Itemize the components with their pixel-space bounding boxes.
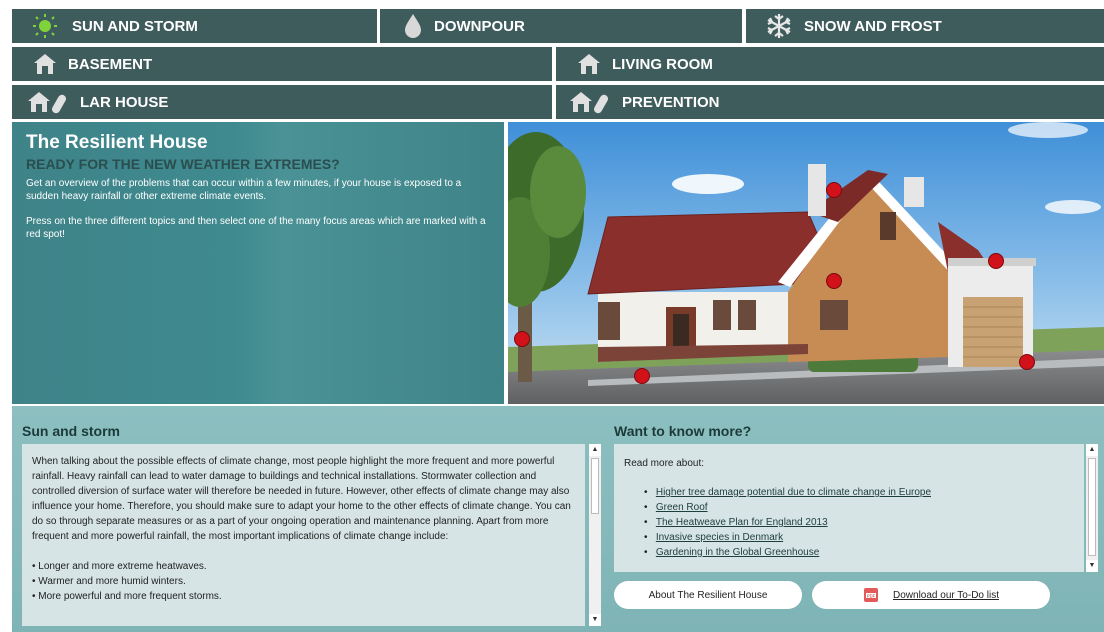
list-item: • Gardening in the Global Greenhouse	[644, 547, 820, 558]
more-title: Want to know more?	[614, 423, 752, 439]
house-icon	[576, 52, 602, 76]
hotspot-garden[interactable]	[634, 368, 650, 384]
link[interactable]: Gardening in the Global Greenhouse	[656, 547, 819, 558]
links-intro: Read more about:	[624, 458, 705, 469]
list-item: • Green Roof	[644, 502, 708, 513]
nav-label: LAR HOUSE	[80, 93, 169, 111]
link[interactable]: Invasive species in Denmark	[656, 532, 783, 543]
scroll-up-icon[interactable]: ▲	[1086, 444, 1098, 456]
nav-label: PREVENTION	[622, 93, 720, 111]
scroll-thumb[interactable]	[1088, 458, 1096, 556]
nav-label: SUN AND STORM	[72, 17, 198, 35]
scroll-thumb[interactable]	[591, 458, 599, 514]
house-and-pill-icon	[568, 90, 612, 114]
download-todo-button[interactable]: PDF Download our To-Do list	[812, 581, 1050, 609]
nav-label: SNOW AND FROST	[804, 17, 942, 35]
nav-living-room[interactable]: LIVING ROOM	[556, 47, 1104, 81]
intro-paragraph: Get an overview of the problems that can…	[26, 178, 462, 202]
hotspot-facade[interactable]	[826, 273, 842, 289]
topic-text-panel[interactable]: When talking about the possible effects …	[22, 444, 585, 626]
house-icon	[32, 52, 58, 76]
topic-body: When talking about the possible effects …	[32, 456, 571, 542]
topic-bullet: • Warmer and more humid winters.	[32, 576, 186, 587]
topic-scrollbar[interactable]: ▲ ▼	[589, 444, 601, 626]
hotspot-annex-roof[interactable]	[988, 253, 1004, 269]
nav-prevention[interactable]: PREVENTION	[556, 85, 1104, 119]
topic-title: Sun and storm	[22, 423, 121, 439]
sun-icon	[28, 13, 62, 39]
pdf-icon: PDF	[863, 587, 879, 603]
links-scrollbar[interactable]: ▲ ▼	[1086, 444, 1098, 572]
links-list: • Higher tree damage potential due to cl…	[624, 485, 1074, 560]
about-button-label: About The Resilient House	[648, 589, 768, 601]
intro-panel: The Resilient House READY FOR THE NEW WE…	[12, 122, 504, 404]
page-subtitle: READY FOR THE NEW WEATHER EXTREMES?	[26, 156, 340, 172]
topic-bullet: • Longer and more extreme heatwaves.	[32, 561, 207, 572]
topic-bullet: • More powerful and more frequent storms…	[32, 591, 222, 602]
page: SUN AND STORM DOWNPOUR SNOW AND FROST BA…	[0, 0, 1104, 632]
nav-snow-and-frost[interactable]: SNOW AND FROST	[746, 9, 1104, 43]
snowflake-icon	[764, 12, 794, 40]
nav-label: LIVING ROOM	[612, 55, 713, 73]
list-item: • Higher tree damage potential due to cl…	[644, 487, 932, 498]
hotspot-tree[interactable]	[514, 331, 530, 347]
scroll-down-icon[interactable]: ▼	[589, 614, 601, 626]
house-and-pill-icon	[26, 90, 70, 114]
nav-downpour[interactable]: DOWNPOUR	[380, 9, 742, 43]
nav-lar-house[interactable]: LAR HOUSE	[12, 85, 552, 119]
house-illustration	[508, 122, 1104, 404]
water-drop-icon	[402, 13, 424, 39]
nav-sun-and-storm[interactable]: SUN AND STORM	[12, 9, 377, 43]
scroll-down-icon[interactable]: ▼	[1086, 560, 1098, 572]
about-button[interactable]: About The Resilient House	[614, 581, 802, 609]
nav-label: DOWNPOUR	[434, 17, 525, 35]
info-section: Sun and storm When talking about the pos…	[12, 406, 1104, 632]
links-panel[interactable]: Read more about: • Higher tree damage po…	[614, 444, 1084, 572]
scroll-up-icon[interactable]: ▲	[589, 444, 601, 456]
hotspot-driveway[interactable]	[1019, 354, 1035, 370]
link[interactable]: Green Roof	[656, 502, 708, 513]
link[interactable]: Higher tree damage potential due to clim…	[656, 487, 931, 498]
hotspot-roof[interactable]	[826, 182, 842, 198]
download-button-label: Download our To-Do list	[893, 589, 999, 601]
nav-label: BASEMENT	[68, 55, 153, 73]
intro-paragraph: Press on the three different topics and …	[26, 216, 486, 240]
list-item: • The Heatweave Plan for England 2013	[644, 517, 828, 528]
svg-text:PDF: PDF	[867, 593, 876, 598]
nav-basement[interactable]: BASEMENT	[12, 47, 552, 81]
list-item: • Invasive species in Denmark	[644, 532, 784, 543]
link[interactable]: The Heatweave Plan for England 2013	[656, 517, 828, 528]
page-title: The Resilient House	[26, 132, 208, 153]
